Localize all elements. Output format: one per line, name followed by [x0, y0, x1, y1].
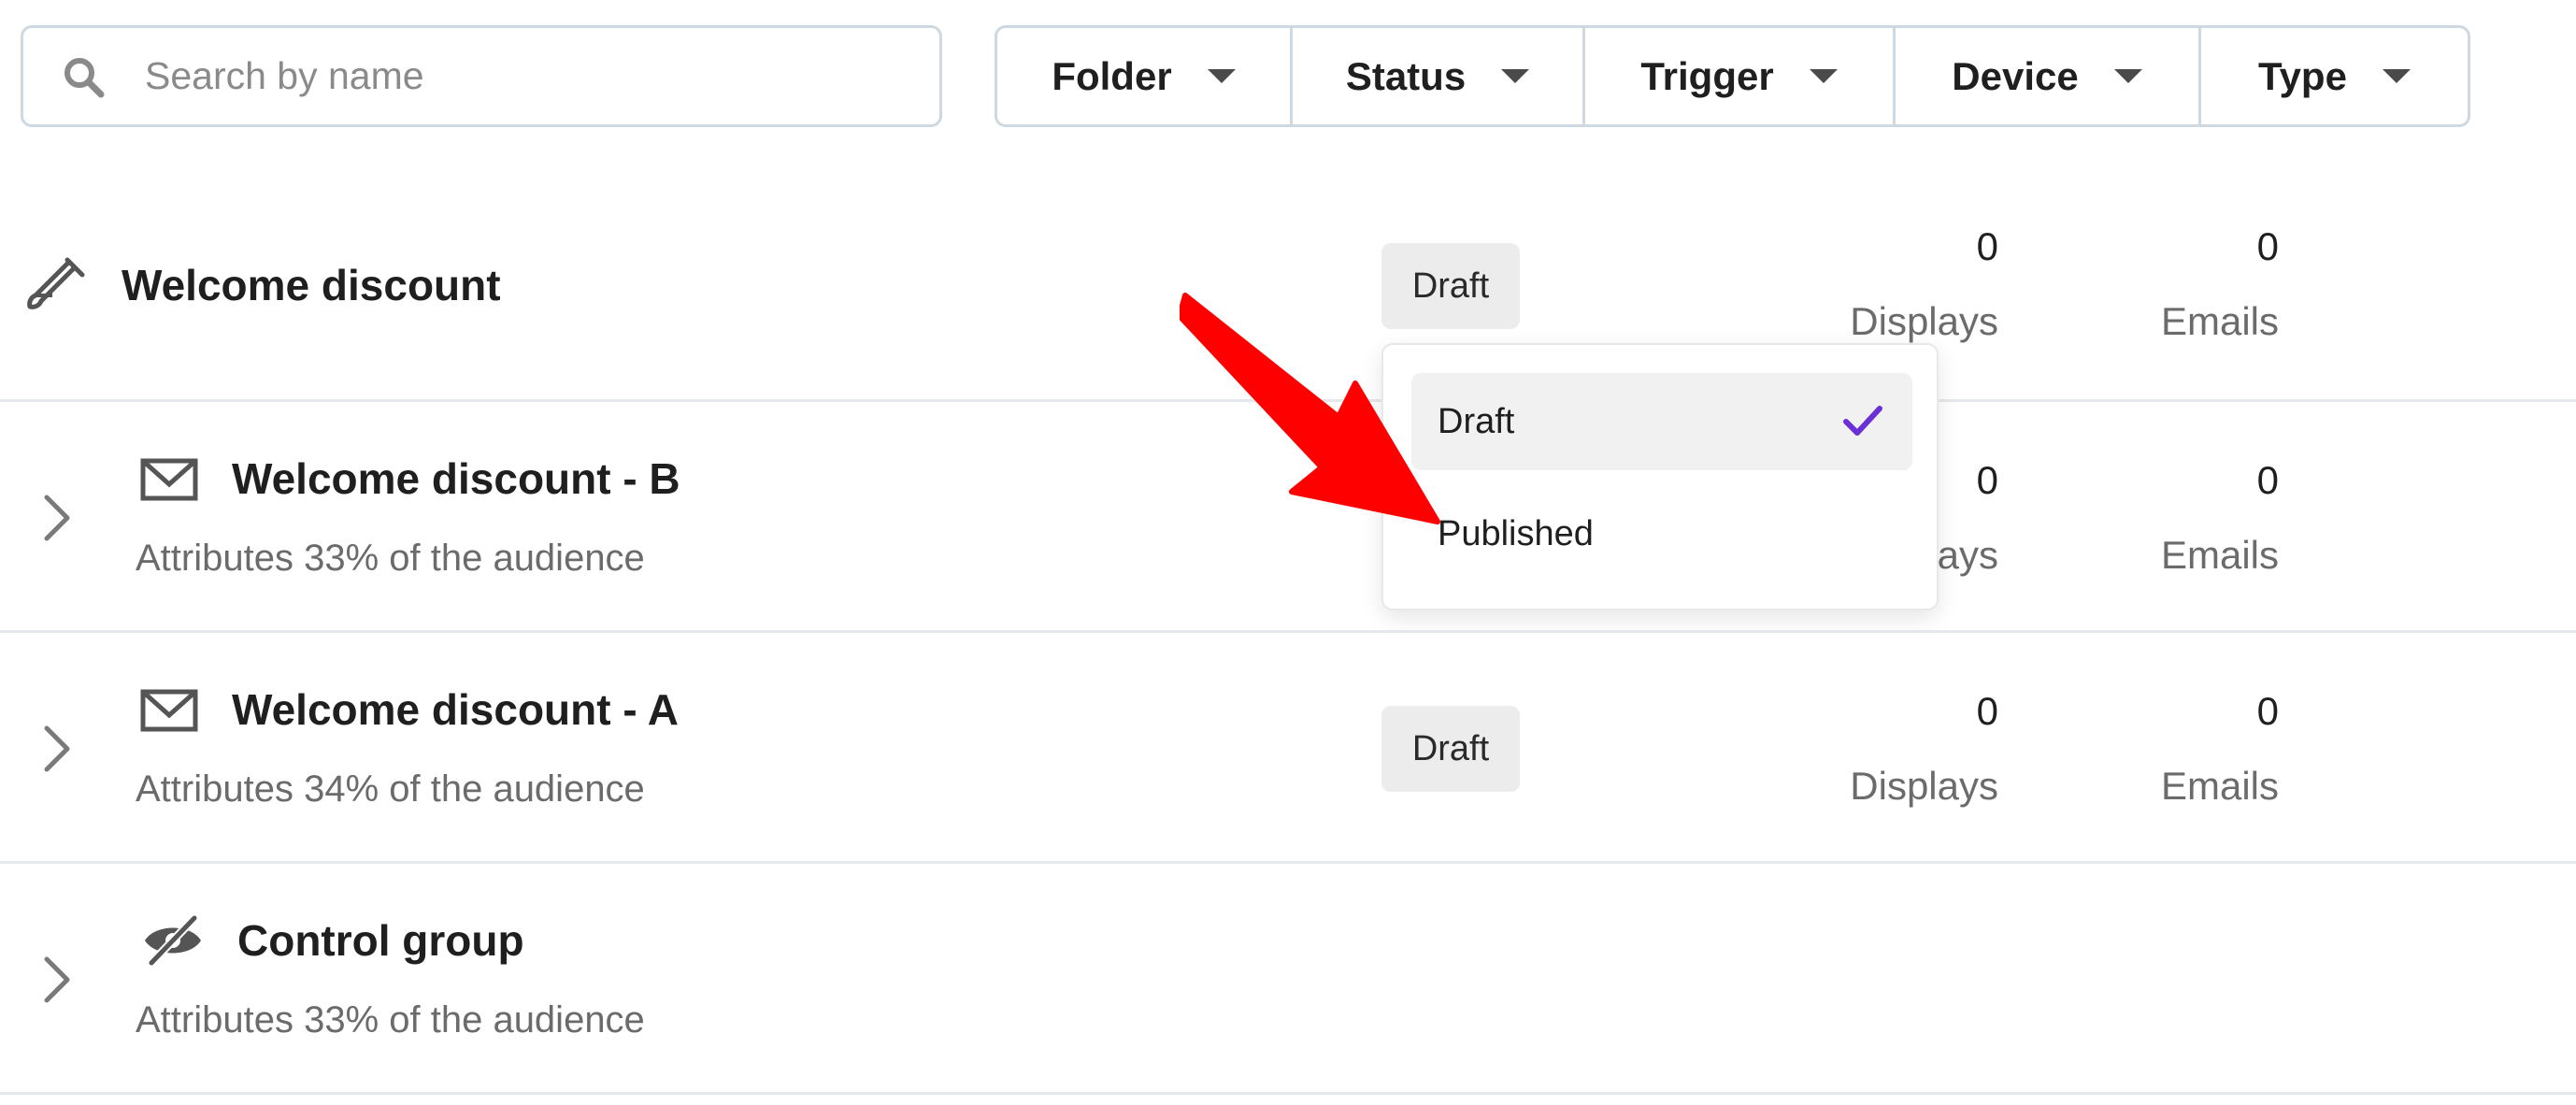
chevron-right-icon[interactable]: [37, 721, 75, 777]
filter-trigger-label: Trigger: [1640, 53, 1774, 98]
filter-folder[interactable]: Folder: [997, 28, 1293, 124]
search-input[interactable]: [145, 54, 874, 98]
filter-bar: Folder Status Trigger Device Type: [995, 25, 2470, 127]
chevron-right-icon[interactable]: [37, 490, 75, 546]
filter-type-label: Type: [2258, 53, 2347, 98]
caret-down-icon: [2113, 69, 2142, 83]
filter-device[interactable]: Device: [1896, 28, 2201, 124]
filter-trigger[interactable]: Trigger: [1585, 28, 1896, 124]
filter-folder-label: Folder: [1052, 53, 1172, 98]
chevron-right-icon[interactable]: [37, 952, 75, 1008]
status-option-label: Draft: [1438, 401, 1515, 441]
displays-count: 0: [1976, 224, 1998, 268]
emails-label: Emails: [2160, 299, 2279, 343]
filter-status[interactable]: Status: [1293, 28, 1585, 124]
variant-row[interactable]: Control group Attributes 33% of the audi…: [0, 864, 2576, 1095]
caret-down-icon: [1501, 69, 1530, 83]
experiment-title[interactable]: Welcome discount: [122, 260, 501, 310]
variant-title[interactable]: Control group: [237, 915, 524, 966]
displays-label: Displays: [1850, 299, 1998, 343]
status-dropdown-menu: Draft Published: [1381, 343, 1939, 610]
status-option-published[interactable]: Published: [1411, 485, 1912, 582]
variant-subtitle: Attributes 34% of the audience: [136, 768, 645, 810]
envelope-icon: [140, 689, 198, 732]
caret-down-icon: [1809, 69, 1838, 83]
experiment-row[interactable]: Welcome discount Draft 0 Displays 0 Emai…: [0, 187, 2576, 402]
emails-label: Emails: [2160, 533, 2279, 577]
variant-row[interactable]: Welcome discount - B Attributes 33% of t…: [0, 402, 2576, 633]
emails-count: 0: [2256, 689, 2279, 733]
test-tube-icon: [27, 257, 85, 309]
eye-slash-icon: [145, 914, 201, 967]
status-badge[interactable]: Draft: [1381, 706, 1520, 792]
variant-subtitle: Attributes 33% of the audience: [136, 538, 645, 579]
displays-label: Displays: [1850, 764, 1998, 808]
checkmark-icon: [1843, 406, 1882, 436]
search-icon: [64, 57, 105, 97]
caret-down-icon: [1207, 69, 1236, 83]
variant-title[interactable]: Welcome discount - A: [232, 684, 679, 735]
filter-device-label: Device: [1952, 53, 2079, 98]
filter-status-label: Status: [1345, 53, 1467, 98]
filter-type[interactable]: Type: [2201, 28, 2468, 124]
variant-subtitle: Attributes 33% of the audience: [136, 999, 645, 1040]
status-option-label: Published: [1438, 513, 1594, 553]
displays-count: 0: [1976, 689, 1998, 733]
status-dropdown-toggle[interactable]: Draft: [1381, 243, 1520, 329]
emails-count: 0: [2256, 224, 2279, 268]
envelope-icon: [140, 458, 198, 501]
search-box[interactable]: [21, 25, 942, 127]
variant-row[interactable]: Welcome discount - A Attributes 34% of t…: [0, 633, 2576, 864]
emails-label: Emails: [2160, 764, 2279, 808]
status-option-draft[interactable]: Draft: [1411, 373, 1912, 470]
emails-count: 0: [2256, 458, 2279, 502]
variant-title[interactable]: Welcome discount - B: [232, 453, 680, 504]
caret-down-icon: [2382, 69, 2411, 83]
